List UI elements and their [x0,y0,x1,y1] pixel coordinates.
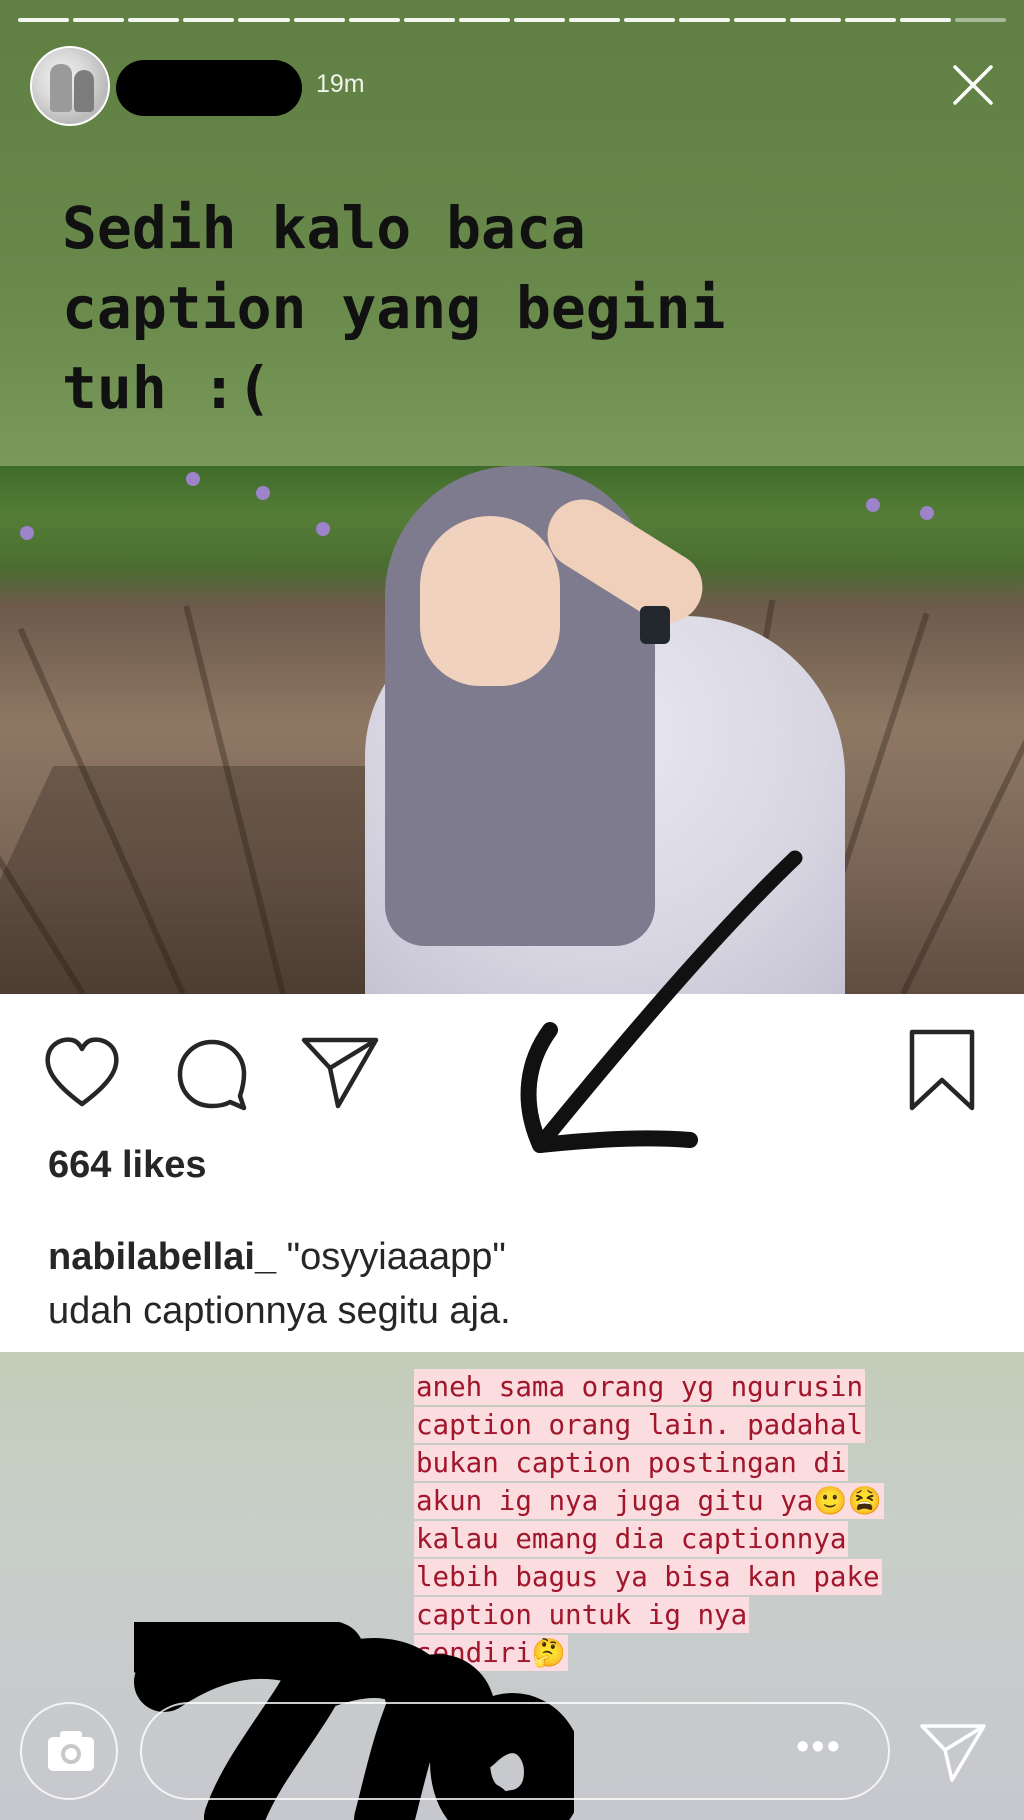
post-panel: 664 likes nabilabellai_ "osyyiaaapp" uda… [0,994,1024,1352]
avatar[interactable] [30,46,110,126]
progress-segment [624,18,676,22]
heart-icon[interactable] [42,1036,122,1110]
progress-segment [128,18,180,22]
progress-segment [458,18,510,22]
close-icon[interactable] [948,60,998,110]
caption-username[interactable]: nabilabellai_ [48,1236,276,1278]
progress-segment [899,18,951,22]
story-note-text: aneh sama orang yg ngurusin caption orang… [414,1368,1012,1672]
note-line: caption orang lain. padahal [414,1407,866,1443]
note-line: kalau emang dia captionnya [414,1521,849,1557]
progress-segment [513,18,566,22]
caption-comment: udah captionnya segitu aja. [48,1290,511,1332]
post-caption: nabilabellai_ "osyyiaaapp" udah captionn… [48,1230,988,1338]
progress-segment [954,18,1006,22]
camera-button[interactable] [20,1702,118,1800]
progress-segment [734,18,786,22]
progress-segment [348,18,400,22]
send-direct-icon[interactable] [918,1718,988,1788]
story-viewer: 19m Sedih kalo baca caption yang begini … [0,0,1024,1820]
story-progress-bar [18,18,1006,23]
story-timestamp: 19m [316,70,365,98]
note-line: aneh sama orang yg ngurusin [414,1369,866,1405]
camera-icon [48,1731,94,1771]
share-icon[interactable] [300,1034,380,1110]
progress-segment [73,18,125,22]
comment-icon[interactable] [172,1034,252,1114]
note-line: bukan caption postingan di [414,1445,849,1481]
reply-input[interactable] [140,1702,890,1800]
progress-segment [789,18,841,22]
progress-segment [18,18,70,22]
bookmark-icon[interactable] [906,1028,978,1114]
more-dots-icon[interactable]: ••• [796,1728,842,1766]
progress-segment [183,18,235,22]
caption-text: "osyyiaaapp" [276,1236,506,1278]
progress-segment [844,18,896,22]
username-redaction [116,60,302,116]
note-line: caption untuk ig nya [414,1597,750,1633]
post-photo [0,466,1024,994]
story-headline-text: Sedih kalo baca caption yang begini tuh … [62,194,726,422]
progress-segment [403,18,455,22]
progress-segment [238,18,290,22]
progress-segment [679,18,731,22]
note-line: sendiri🤔 [414,1635,569,1671]
likes-count[interactable]: 664 likes [48,1144,206,1187]
note-line: lebih bagus ya bisa kan pake [414,1559,882,1595]
progress-segment [293,18,345,22]
progress-segment [569,18,621,22]
note-line: akun ig nya juga gitu ya🙂😫 [414,1483,884,1519]
